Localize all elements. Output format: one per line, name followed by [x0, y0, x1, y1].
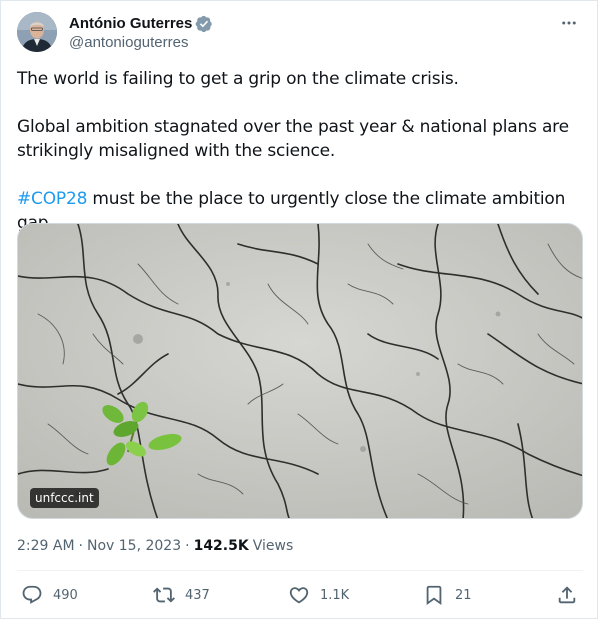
tweet-meta: 2:29 AM · Nov 15, 2023 · 142.5K Views [17, 538, 293, 554]
bookmark-button[interactable]: 21 [423, 584, 472, 606]
tweet-image[interactable]: unfccc.int [17, 223, 583, 519]
tweet-paragraph-1: The world is failing to get a grip on th… [17, 69, 459, 89]
reply-icon [22, 585, 42, 604]
display-name[interactable]: António Guterres [69, 15, 192, 32]
tweet-date[interactable]: Nov 15, 2023 [87, 538, 181, 554]
meta-separator: · [78, 538, 83, 554]
reply-count: 490 [53, 587, 78, 603]
reply-button[interactable]: 490 [21, 584, 78, 606]
image-source-badge: unfccc.int [30, 488, 99, 508]
tweet-card: António Guterres @antonioguterres The wo… [0, 0, 598, 619]
handle[interactable]: @antonioguterres [69, 34, 213, 54]
views-label: Views [252, 538, 294, 554]
heart-icon [289, 587, 309, 604]
display-name-row: António Guterres [69, 13, 213, 34]
retweet-button[interactable]: 437 [153, 584, 210, 606]
hashtag-link[interactable]: #COP28 [17, 189, 87, 209]
author-names: António Guterres @antonioguterres [69, 13, 213, 54]
tweet-text: The world is failing to get a grip on th… [17, 67, 583, 235]
verified-badge-icon[interactable] [195, 15, 213, 33]
retweet-count: 437 [185, 587, 210, 603]
retweet-icon [153, 587, 175, 603]
more-horizontal-icon[interactable] [555, 12, 583, 34]
tweet-header: António Guterres @antonioguterres [17, 12, 583, 54]
tweet-paragraph-2: Global ambition stagnated over the past … [17, 117, 569, 161]
share-button[interactable] [556, 584, 578, 606]
like-count: 1.1K [320, 587, 350, 603]
avatar[interactable] [17, 12, 57, 52]
meta-separator-2: · [185, 538, 190, 554]
action-bar: 490 437 1.1K 21 [17, 572, 583, 619]
bookmark-icon [426, 585, 442, 606]
divider [17, 570, 583, 571]
like-button[interactable]: 1.1K [288, 584, 349, 606]
share-icon [558, 586, 576, 604]
cracked-earth-image [18, 224, 582, 518]
views-count[interactable]: 142.5K [194, 538, 249, 554]
bookmark-count: 21 [455, 587, 472, 603]
tweet-time[interactable]: 2:29 AM [17, 538, 75, 554]
